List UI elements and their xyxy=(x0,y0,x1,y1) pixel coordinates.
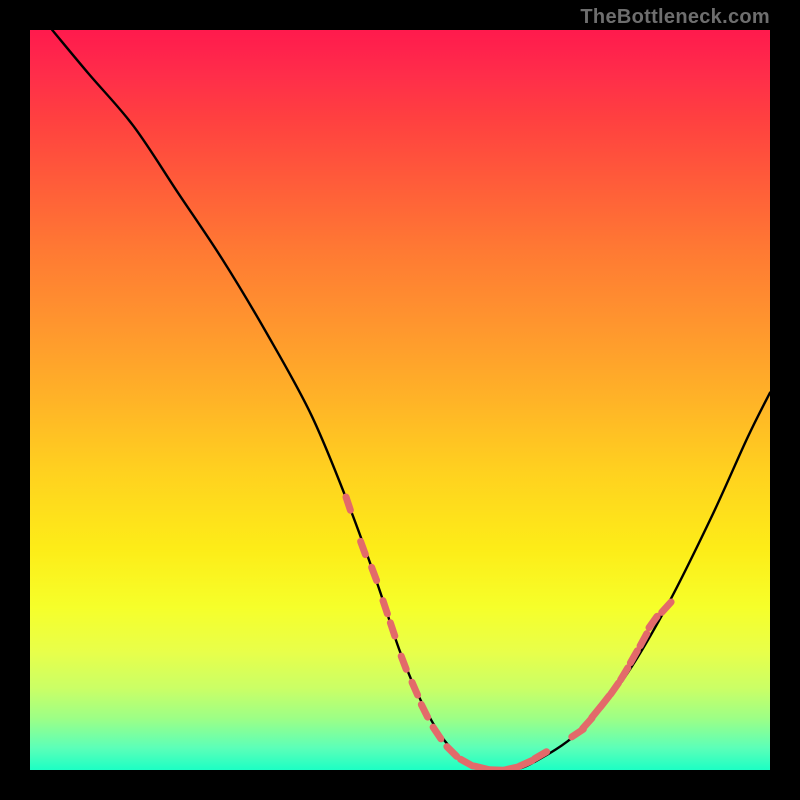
highlight-dash xyxy=(401,656,406,669)
highlight-dots xyxy=(346,497,671,770)
chart-frame: TheBottleneck.com xyxy=(0,0,800,800)
highlight-dash xyxy=(372,567,377,580)
highlight-dash xyxy=(361,541,366,554)
highlight-dash xyxy=(447,747,457,757)
highlight-dash xyxy=(346,497,350,510)
highlight-dash xyxy=(662,602,671,612)
highlight-dash xyxy=(433,727,441,739)
highlight-dash xyxy=(601,696,610,707)
highlight-dash xyxy=(390,623,394,636)
highlight-dash xyxy=(504,767,518,770)
highlight-dash xyxy=(383,601,387,614)
bottleneck-curve xyxy=(52,30,770,770)
watermark-text: TheBottleneck.com xyxy=(580,6,770,29)
highlight-dash xyxy=(621,668,628,680)
highlight-dash xyxy=(461,759,473,766)
plot-area xyxy=(30,30,770,770)
curve-svg xyxy=(30,30,770,770)
highlight-dash xyxy=(535,752,547,759)
highlight-dash xyxy=(421,705,427,718)
highlight-dash xyxy=(412,682,418,695)
highlight-dash xyxy=(611,683,619,694)
